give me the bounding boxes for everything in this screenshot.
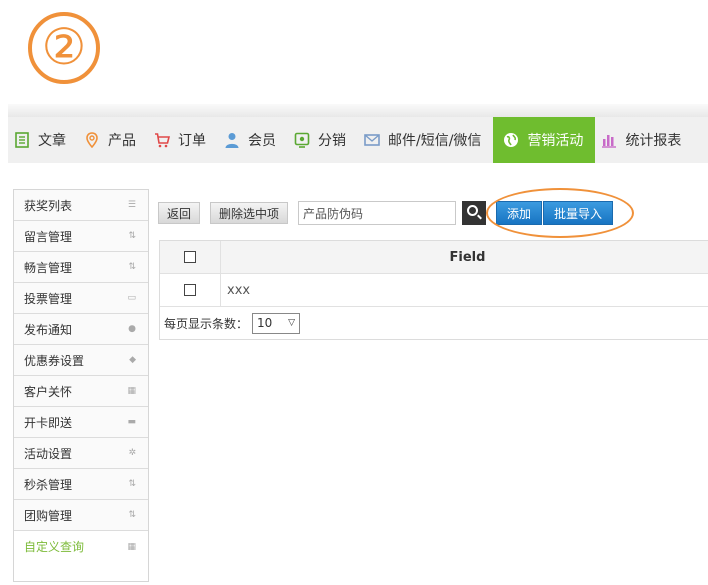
nav-item-label: 分销 bbox=[318, 133, 346, 149]
bar-chart-icon bbox=[601, 132, 617, 148]
sidebar-item-label: 优惠券设置 bbox=[24, 353, 85, 368]
sidebar-item-customer-care[interactable]: 客户关怀 ▦ bbox=[14, 376, 148, 407]
add-button[interactable]: 添加 bbox=[496, 201, 543, 225]
grid-icon: ▦ bbox=[127, 541, 136, 552]
list-icon: ☰ bbox=[127, 200, 136, 210]
sidebar-item-label: 团购管理 bbox=[24, 508, 73, 523]
share-screen-icon bbox=[294, 132, 310, 148]
nav-item-label: 营销活动 bbox=[527, 133, 584, 149]
table-cell-field: xxx bbox=[227, 282, 251, 298]
sidebar-item-label: 留言管理 bbox=[24, 229, 73, 244]
sidebar-item-changyan-management[interactable]: 畅言管理 ⇅ bbox=[14, 252, 148, 283]
refresh-icon: ⇅ bbox=[128, 231, 136, 241]
sidebar-item-activity-settings[interactable]: 活动设置 ✲ bbox=[14, 438, 148, 469]
page-size-select[interactable]: 10 ▽ bbox=[252, 312, 301, 334]
toolbar: 返回 删除选中项 添加 批量导入 bbox=[158, 201, 614, 225]
location-pin-icon bbox=[84, 132, 100, 149]
page-size-value: 10 bbox=[257, 316, 273, 330]
nav-item-label: 订单 bbox=[178, 133, 206, 149]
data-table: Field xxx 每页显示条数： 10 ▽ bbox=[159, 240, 708, 340]
back-button[interactable]: 返回 bbox=[158, 202, 201, 224]
nav-item-label: 文章 bbox=[38, 133, 66, 149]
pager: 每页显示条数： 10 ▽ bbox=[160, 307, 708, 339]
sidebar: 获奖列表 ☰ 留言管理 ⇅ 畅言管理 ⇅ 投票管理 ▭ 发布通知 ● 优惠券设置… bbox=[13, 189, 149, 582]
sidebar-item-custom-query[interactable]: 自定义查询 ▦ bbox=[14, 531, 148, 562]
nav-item-products[interactable]: 产品 bbox=[78, 117, 148, 163]
globe-icon bbox=[503, 132, 519, 148]
main-nav: 文章 产品 订单 会员 分销 邮件/短信/微信 营销活动 统计报表 bbox=[8, 117, 708, 163]
chat-icon: ● bbox=[128, 324, 136, 334]
sidebar-item-label: 畅言管理 bbox=[24, 260, 73, 275]
nav-item-articles[interactable]: 文章 bbox=[8, 117, 78, 163]
sidebar-item-group-buy[interactable]: 团购管理 ⇅ bbox=[14, 500, 148, 531]
nav-item-messages[interactable]: 邮件/短信/微信 bbox=[358, 117, 493, 163]
sidebar-item-label: 秒杀管理 bbox=[24, 477, 73, 492]
sidebar-item-message-management[interactable]: 留言管理 ⇅ bbox=[14, 221, 148, 252]
sidebar-item-label: 开卡即送 bbox=[24, 415, 73, 430]
nav-item-marketing[interactable]: 营销活动 bbox=[493, 117, 596, 163]
page-size-label: 每页显示条数： bbox=[164, 316, 249, 331]
sidebar-item-label: 自定义查询 bbox=[24, 540, 85, 554]
sidebar-item-coupon-settings[interactable]: 优惠券设置 ◆ bbox=[14, 345, 148, 376]
sidebar-item-vote-management[interactable]: 投票管理 ▭ bbox=[14, 283, 148, 314]
envelope-icon bbox=[364, 132, 380, 148]
nav-item-statistics[interactable]: 统计报表 bbox=[595, 117, 693, 163]
sidebar-item-label: 活动设置 bbox=[24, 446, 73, 461]
refresh-icon: ⇅ bbox=[128, 262, 136, 272]
user-icon bbox=[224, 132, 240, 148]
sidebar-item-label: 发布通知 bbox=[24, 322, 73, 337]
cart-icon bbox=[154, 132, 171, 148]
main-content: 返回 删除选中项 添加 批量导入 Field xxx 每页显示条数： 10 ▽ bbox=[149, 189, 708, 340]
inbox-icon: ▬ bbox=[127, 417, 136, 427]
refresh-icon: ⇅ bbox=[128, 479, 136, 489]
nav-item-label: 统计报表 bbox=[625, 133, 682, 149]
nav-item-label: 产品 bbox=[108, 133, 136, 149]
sidebar-item-flash-sale[interactable]: 秒杀管理 ⇅ bbox=[14, 469, 148, 500]
tag-icon: ◆ bbox=[129, 355, 136, 365]
header-band bbox=[8, 104, 708, 117]
select-all-checkbox[interactable] bbox=[184, 251, 196, 263]
nav-item-orders[interactable]: 订单 bbox=[148, 117, 218, 163]
batch-import-button[interactable]: 批量导入 bbox=[543, 201, 614, 225]
search-button[interactable] bbox=[462, 201, 487, 225]
search-input[interactable] bbox=[298, 201, 457, 225]
sidebar-item-publish-notice[interactable]: 发布通知 ● bbox=[14, 314, 148, 345]
row-checkbox[interactable] bbox=[184, 284, 196, 296]
column-header-field: Field bbox=[449, 249, 486, 265]
grid-icon: ▦ bbox=[127, 386, 136, 396]
sidebar-item-card-gift[interactable]: 开卡即送 ▬ bbox=[14, 407, 148, 438]
delete-selected-button[interactable]: 删除选中项 bbox=[210, 202, 289, 224]
sidebar-item-label: 客户关怀 bbox=[24, 384, 73, 399]
step-number-badge: ② bbox=[28, 12, 100, 84]
sidebar-item-label: 投票管理 bbox=[24, 291, 73, 306]
nav-item-label: 会员 bbox=[248, 133, 276, 149]
refresh-icon: ⇅ bbox=[128, 510, 136, 520]
monitor-icon: ▭ bbox=[127, 293, 136, 303]
nav-item-label: 邮件/短信/微信 bbox=[388, 133, 482, 149]
search-icon bbox=[467, 205, 479, 216]
nav-item-members[interactable]: 会员 bbox=[218, 117, 288, 163]
nav-item-distribution[interactable]: 分销 bbox=[288, 117, 358, 163]
chevron-down-icon: ▽ bbox=[288, 318, 296, 328]
sidebar-item-award-list[interactable]: 获奖列表 ☰ bbox=[14, 190, 148, 221]
gear-icon: ✲ bbox=[128, 448, 136, 458]
table-row: xxx bbox=[160, 274, 708, 307]
document-icon bbox=[14, 132, 30, 148]
sidebar-item-label: 获奖列表 bbox=[24, 198, 73, 213]
table-header-row: Field bbox=[160, 241, 708, 274]
